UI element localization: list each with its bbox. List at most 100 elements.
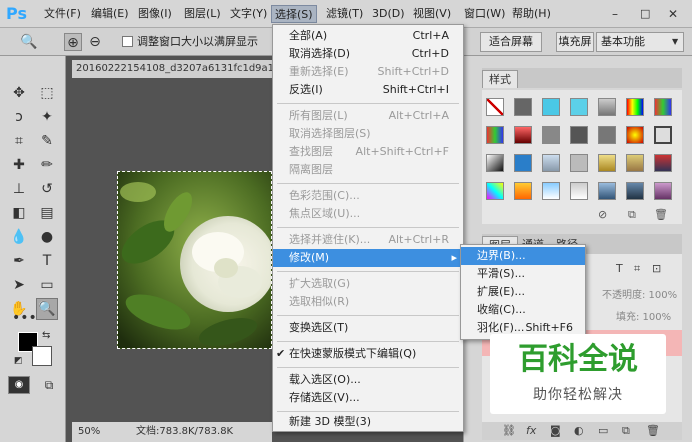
- fit-screen-button[interactable]: 适合屏幕: [480, 32, 542, 52]
- adjustment-icon[interactable]: ◐: [574, 424, 584, 437]
- style-none[interactable]: [486, 98, 504, 116]
- menu-help[interactable]: 帮助(H): [512, 5, 551, 23]
- dots-icon[interactable]: •••: [12, 311, 37, 325]
- menu-item-modify[interactable]: 修改(M) ▸: [273, 249, 463, 267]
- style-swatch[interactable]: [514, 154, 532, 172]
- style-swatch[interactable]: [626, 126, 644, 144]
- style-swatch[interactable]: [654, 98, 672, 116]
- menu-item-similar[interactable]: 选取相似(R): [273, 293, 463, 311]
- style-swatch[interactable]: [514, 126, 532, 144]
- dodge-tool-icon[interactable]: ●: [36, 226, 58, 248]
- menu-item-focus-area[interactable]: 焦点区域(U)...: [273, 205, 463, 223]
- magic-wand-icon[interactable]: ✦: [36, 106, 58, 128]
- style-swatch[interactable]: [486, 154, 504, 172]
- workspace-select[interactable]: 基本功能: [596, 32, 684, 52]
- lock-position-icon[interactable]: ⌗: [634, 262, 640, 276]
- style-swatch[interactable]: [542, 182, 560, 200]
- menu-item-deselect-layers[interactable]: 取消选择图层(S): [273, 125, 463, 143]
- style-swatch[interactable]: [598, 126, 616, 144]
- new-style-icon[interactable]: ⧉: [628, 208, 636, 222]
- style-swatch[interactable]: [570, 182, 588, 200]
- menu-item-load-selection[interactable]: 载入选区(O)...: [273, 371, 463, 389]
- crop-tool-icon[interactable]: ⌗: [8, 130, 30, 152]
- mask-icon[interactable]: ◙: [550, 424, 561, 437]
- brush-tool-icon[interactable]: ✏: [36, 154, 58, 176]
- style-swatch[interactable]: [570, 126, 588, 144]
- style-swatch[interactable]: [542, 98, 560, 116]
- menu-item-reselect[interactable]: 重新选择(E) Shift+Ctrl+D: [273, 63, 463, 81]
- menu-item-select-and-mask[interactable]: 选择并遮住(K)... Alt+Ctrl+R: [273, 231, 463, 249]
- new-layer-icon[interactable]: ⧉: [622, 424, 630, 438]
- menu-item-new-3d-model[interactable]: 新建 3D 模型(3): [273, 413, 463, 431]
- type-tool-icon[interactable]: T: [36, 250, 58, 272]
- style-swatch[interactable]: [654, 182, 672, 200]
- fill-screen-button[interactable]: 填充屏: [556, 32, 594, 52]
- style-swatch[interactable]: [654, 154, 672, 172]
- stamp-tool-icon[interactable]: ⊥: [8, 178, 30, 200]
- style-swatch[interactable]: [598, 98, 616, 116]
- path-select-icon[interactable]: ➤: [8, 274, 30, 296]
- menu-item-all-layers[interactable]: 所有图层(L) Alt+Ctrl+A: [273, 107, 463, 125]
- style-swatch[interactable]: [626, 154, 644, 172]
- style-swatch[interactable]: [542, 154, 560, 172]
- zoom-in-icon[interactable]: ⊕: [64, 33, 82, 51]
- submenu-item-contract[interactable]: 收缩(C)...: [461, 301, 585, 319]
- clear-style-icon[interactable]: ⊘: [598, 208, 607, 221]
- style-swatch[interactable]: [570, 154, 588, 172]
- delete-layer-icon[interactable]: 🗑: [646, 424, 660, 437]
- swap-colors-icon[interactable]: ⇆: [42, 330, 50, 341]
- menu-file[interactable]: 文件(F): [44, 5, 81, 23]
- quick-mask-icon[interactable]: ◉: [8, 376, 30, 394]
- marquee-tool-icon[interactable]: ⬚: [36, 82, 58, 104]
- history-brush-icon[interactable]: ↺: [36, 178, 58, 200]
- menu-item-find-layers[interactable]: 查找图层 Alt+Shift+Ctrl+F: [273, 143, 463, 161]
- fx-icon[interactable]: fx: [526, 424, 536, 437]
- eyedropper-icon[interactable]: ✎: [36, 130, 58, 152]
- zoom-out-icon[interactable]: ⊖: [86, 33, 104, 51]
- menu-item-color-range[interactable]: 色彩范围(C)...: [273, 187, 463, 205]
- menu-filter[interactable]: 滤镜(T): [326, 5, 363, 23]
- submenu-item-expand[interactable]: 扩展(E)...: [461, 283, 585, 301]
- lasso-tool-icon[interactable]: ↄ: [8, 106, 30, 128]
- style-swatch[interactable]: [542, 126, 560, 144]
- pen-tool-icon[interactable]: ✒: [8, 250, 30, 272]
- trash-icon[interactable]: 🗑: [654, 208, 668, 221]
- tab-styles[interactable]: 样式: [482, 70, 518, 88]
- link-layers-icon[interactable]: ⛓: [502, 424, 516, 437]
- submenu-item-border[interactable]: 边界(B)...: [461, 247, 585, 265]
- resize-windows-checkbox[interactable]: [122, 36, 133, 47]
- default-colors-icon[interactable]: ◩: [14, 356, 23, 366]
- menu-3d[interactable]: 3D(D): [372, 5, 405, 23]
- move-tool-icon[interactable]: ✥: [8, 82, 30, 104]
- menu-window[interactable]: 窗口(W): [464, 5, 505, 23]
- submenu-item-smooth[interactable]: 平滑(S)...: [461, 265, 585, 283]
- style-swatch[interactable]: [626, 182, 644, 200]
- zoom-tool-icon[interactable]: 🔍: [20, 33, 38, 51]
- style-swatch[interactable]: [598, 182, 616, 200]
- style-swatch[interactable]: [514, 182, 532, 200]
- menu-view[interactable]: 视图(V): [413, 5, 451, 23]
- zoom-tool-selected-icon[interactable]: 🔍: [36, 298, 58, 320]
- folder-icon[interactable]: ▭: [598, 424, 608, 437]
- menu-item-select-all[interactable]: 全部(A) Ctrl+A: [273, 27, 463, 45]
- healing-brush-icon[interactable]: ✚: [8, 154, 30, 176]
- gradient-tool-icon[interactable]: ▤: [36, 202, 58, 224]
- menu-edit[interactable]: 编辑(E): [91, 5, 129, 23]
- menu-item-inverse[interactable]: 反选(I) Shift+Ctrl+I: [273, 81, 463, 99]
- menu-item-deselect[interactable]: 取消选择(D) Ctrl+D: [273, 45, 463, 63]
- fill-label[interactable]: 填充: 100%: [616, 308, 671, 323]
- menu-select[interactable]: 选择(S): [271, 5, 317, 23]
- style-swatch[interactable]: [570, 98, 588, 116]
- minimize-icon[interactable]: –: [612, 6, 626, 22]
- zoom-level[interactable]: 50%: [78, 422, 100, 442]
- style-swatch[interactable]: [514, 98, 532, 116]
- maximize-icon[interactable]: □: [640, 6, 654, 22]
- style-swatch[interactable]: [598, 154, 616, 172]
- close-icon[interactable]: ✕: [668, 6, 682, 22]
- document-tab[interactable]: 20160222154108_d3207a6131fc1d9a1ad: [72, 60, 272, 78]
- rectangle-tool-icon[interactable]: ▭: [36, 274, 58, 296]
- menu-type[interactable]: 文字(Y): [230, 5, 267, 23]
- lock-icon[interactable]: ⊡: [652, 262, 661, 275]
- eraser-tool-icon[interactable]: ◧: [8, 202, 30, 224]
- style-swatch[interactable]: [654, 126, 672, 144]
